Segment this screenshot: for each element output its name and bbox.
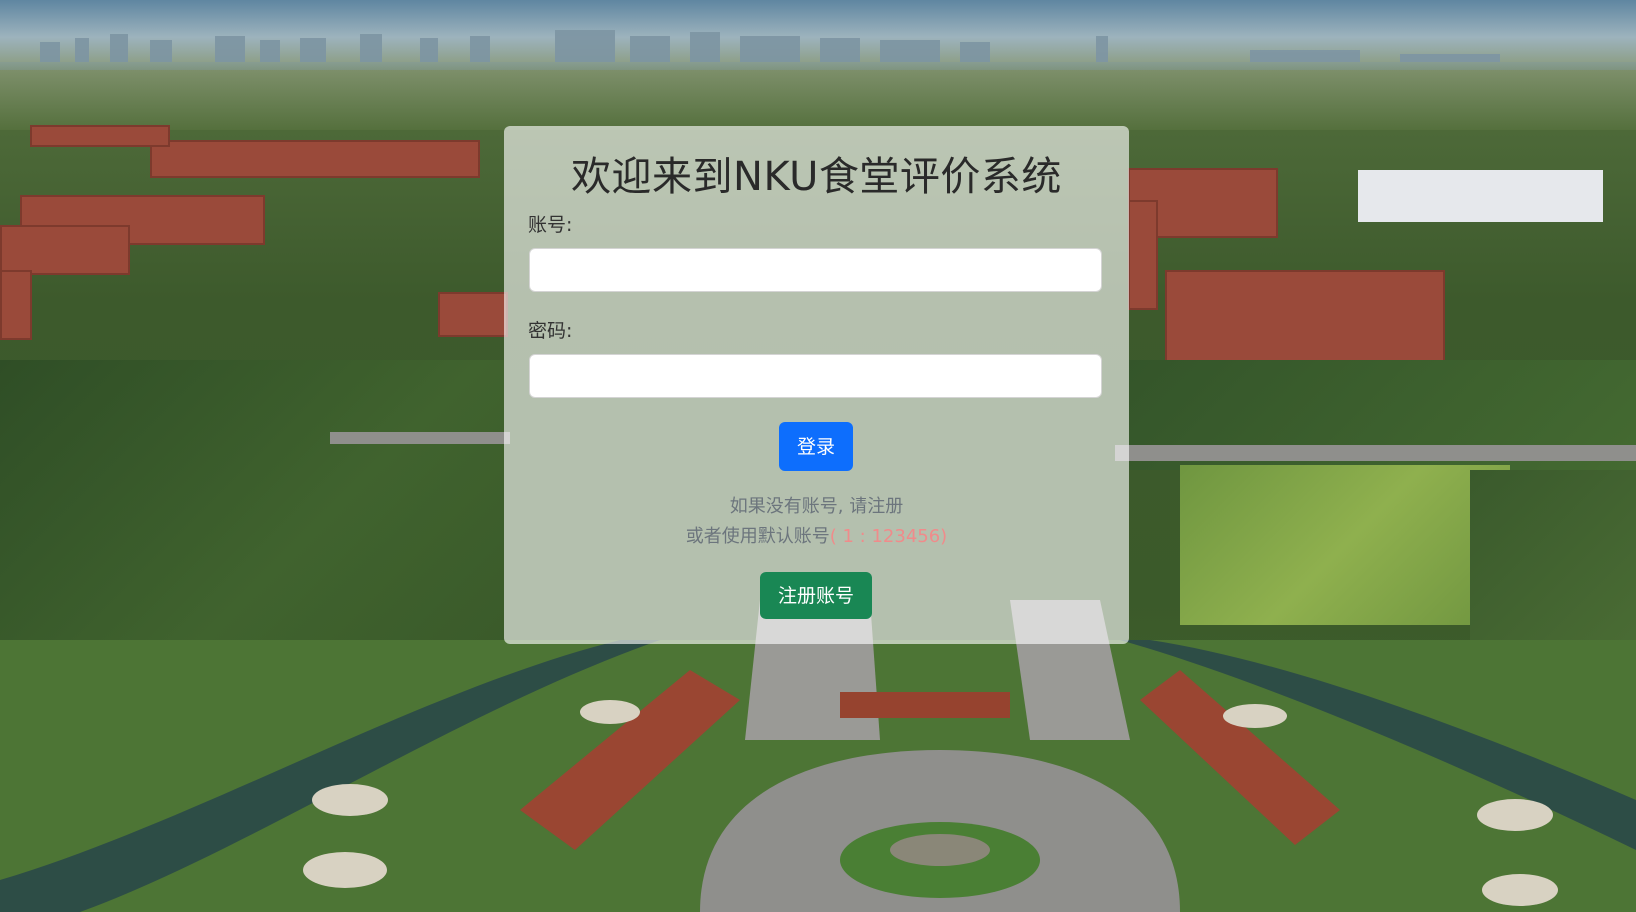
distant-fields: [0, 70, 1636, 130]
account-input[interactable]: [529, 248, 1102, 292]
city-skyline: [40, 30, 1500, 62]
register-hint: 如果没有账号, 请注册: [729, 496, 904, 517]
road: [1115, 445, 1636, 461]
building: [1165, 270, 1445, 362]
building: [1128, 200, 1158, 310]
white-building: [1358, 170, 1603, 222]
building: [30, 125, 170, 147]
building: [150, 140, 480, 178]
password-label: 密码:: [528, 320, 573, 342]
default-account-hint: 或者使用默认账号( 1 : 123456): [504, 522, 1129, 548]
building: [0, 270, 32, 340]
building: [438, 292, 508, 337]
page-title: 欢迎来到NKU食堂评价系统: [571, 154, 1062, 200]
road: [330, 432, 510, 444]
register-button[interactable]: 注册账号: [760, 572, 872, 619]
default-account-prefix: 或者使用默认账号: [685, 526, 830, 547]
building: [0, 225, 130, 275]
login-button[interactable]: 登录: [779, 422, 853, 471]
default-account-credentials: ( 1 : 123456): [829, 526, 948, 547]
account-label: 账号:: [528, 214, 573, 236]
main-gate-area: [0, 600, 1636, 912]
login-card: 欢迎来到NKU食堂评价系统 账号: 密码: 登录 如果没有账号, 请注册 或者使…: [504, 126, 1129, 644]
password-input[interactable]: [529, 354, 1102, 398]
